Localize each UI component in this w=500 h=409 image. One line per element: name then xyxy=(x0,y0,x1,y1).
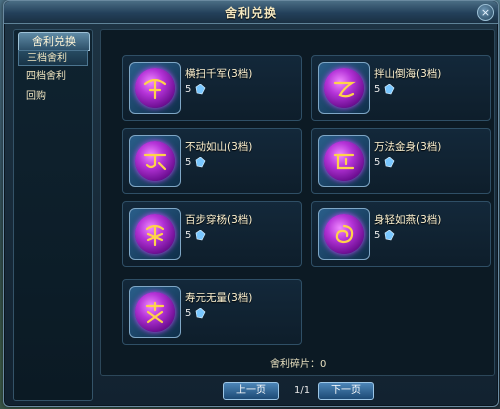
relic-gem xyxy=(318,208,370,260)
relic-name: 百步穿杨(3档) xyxy=(185,214,253,226)
relic-cost: 5 xyxy=(185,84,192,95)
relic-name: 万法金身(3档) xyxy=(374,141,442,153)
close-button[interactable]: × xyxy=(477,4,494,21)
tab-relic-exchange[interactable]: 舍利兑换 xyxy=(18,32,90,51)
relic-card[interactable]: 不动如山(3档) 5 xyxy=(122,128,302,194)
glyph-umbrella-icon xyxy=(143,78,167,100)
glyph-star-icon xyxy=(145,224,165,247)
relic-cost: 5 xyxy=(185,308,192,319)
relic-gem xyxy=(129,208,181,260)
relic-exchange-window: 舍利兑换 × 舍利兑换 三档舍利 四档舍利 回购 横扫千军(3档) 5 拌山倒海… xyxy=(3,0,499,407)
shard-icon xyxy=(195,230,206,241)
glyph-curl-icon xyxy=(333,81,356,98)
relic-card[interactable]: 寿元无量(3档) 5 xyxy=(122,279,302,345)
relic-grid: 横扫千军(3档) 5 拌山倒海(3档) 5 不动如山(3档) 5 万法金身(3档… xyxy=(100,29,495,376)
sidebar: 舍利兑换 三档舍利 四档舍利 回购 xyxy=(13,29,93,401)
sidebar-item-buyback[interactable]: 回购 xyxy=(18,89,88,105)
close-icon: × xyxy=(480,6,491,19)
relic-name: 不动如山(3档) xyxy=(185,141,253,153)
title-bar[interactable]: 舍利兑换 × xyxy=(4,1,498,24)
relic-gem xyxy=(129,62,181,114)
relic-card[interactable]: 横扫千军(3档) 5 xyxy=(122,55,302,121)
shard-count: 舍利碎片：0 xyxy=(270,359,327,370)
relic-name: 横扫千军(3档) xyxy=(185,68,253,80)
relic-card[interactable]: 身轻如燕(3档) 5 xyxy=(311,201,491,267)
relic-cost: 5 xyxy=(374,84,381,95)
relic-gem xyxy=(318,62,370,114)
page-indicator: 1/1 xyxy=(294,385,311,396)
glyph-bracket-icon xyxy=(333,153,355,170)
shard-icon xyxy=(195,308,206,319)
glyph-spiral-icon xyxy=(335,224,354,244)
glyph-cross-icon xyxy=(145,301,165,324)
prev-page-button[interactable]: 上一页 xyxy=(223,382,279,400)
window-title: 舍利兑换 xyxy=(224,6,277,20)
relic-cost: 5 xyxy=(185,157,192,168)
shard-icon xyxy=(384,157,395,168)
shard-icon xyxy=(384,84,395,95)
sidebar-item-tier4[interactable]: 四档舍利 xyxy=(18,69,88,85)
relic-cost: 5 xyxy=(185,230,192,241)
relic-card[interactable]: 万法金身(3档) 5 xyxy=(311,128,491,194)
relic-name: 身轻如燕(3档) xyxy=(374,214,442,226)
shard-icon xyxy=(195,157,206,168)
relic-card[interactable]: 百步穿杨(3档) 5 xyxy=(122,201,302,267)
shard-icon xyxy=(384,230,395,241)
relic-name: 拌山倒海(3档) xyxy=(374,68,442,80)
relic-gem xyxy=(129,135,181,187)
relic-cost: 5 xyxy=(374,230,381,241)
relic-cost: 5 xyxy=(374,157,381,168)
relic-name: 寿元无量(3档) xyxy=(185,292,253,304)
glyph-hook-icon xyxy=(143,153,167,171)
relic-card[interactable]: 拌山倒海(3档) 5 xyxy=(311,55,491,121)
next-page-button[interactable]: 下一页 xyxy=(318,382,374,400)
relic-gem xyxy=(129,286,181,338)
shard-icon xyxy=(195,84,206,95)
relic-gem xyxy=(318,135,370,187)
sidebar-item-tier3[interactable]: 三档舍利 xyxy=(18,50,88,66)
